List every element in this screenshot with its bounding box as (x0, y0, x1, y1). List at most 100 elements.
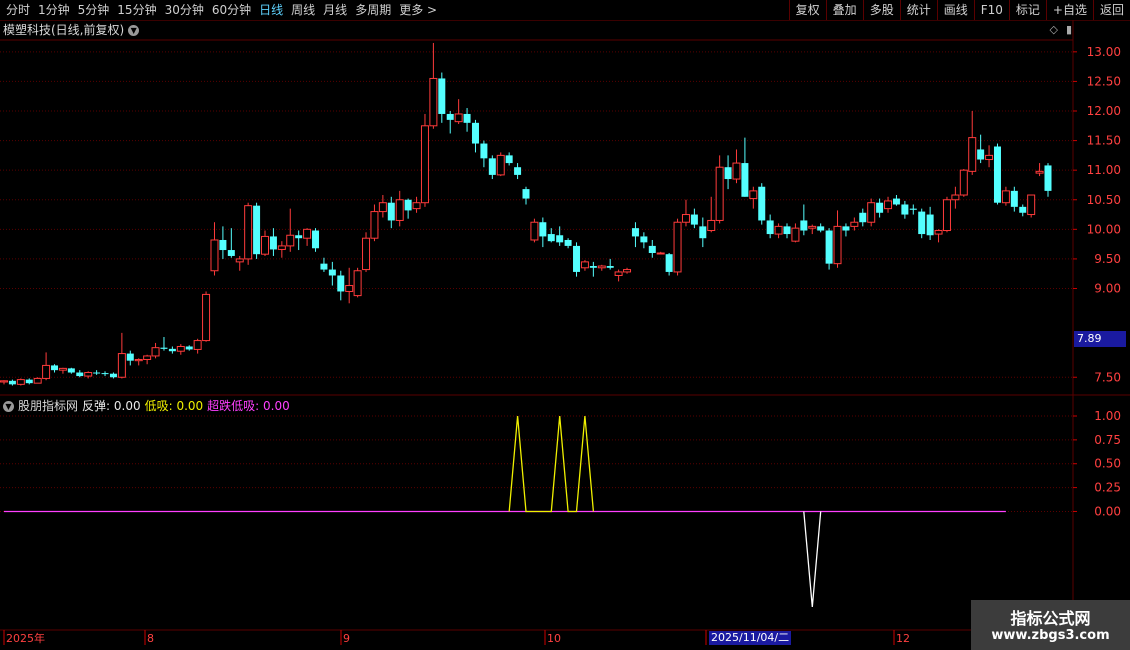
candle-body (774, 225, 783, 235)
candle-body (573, 245, 581, 272)
candle-body (842, 226, 850, 231)
price-tick-label: 12.00 (1087, 104, 1121, 118)
candle-body (648, 245, 656, 253)
price-tick-label: 10.00 (1087, 222, 1121, 236)
candle-body (185, 346, 193, 350)
candle-body (253, 205, 261, 255)
price-tick-label: 11.00 (1087, 163, 1121, 177)
indicator-value-chaodie: 超跌低吸: 0.00 (207, 399, 290, 413)
indicator-tick-label: 1.00 (1094, 409, 1121, 423)
candle-body (606, 266, 614, 268)
candle-body (817, 226, 825, 231)
candle-body (496, 154, 505, 176)
candle-body (42, 364, 51, 379)
candle-body (210, 239, 219, 272)
indicator-tick-label: 0.25 (1094, 481, 1121, 495)
candle-body (337, 275, 345, 292)
candle-body (277, 245, 286, 250)
indicator-tick-label: 0.75 (1094, 433, 1121, 447)
candle-body (825, 230, 833, 264)
candle-body (109, 373, 117, 378)
candle-body (690, 214, 698, 225)
candle-body (758, 186, 766, 221)
candle-body (1044, 165, 1052, 191)
candle-body (530, 221, 539, 241)
chart-canvas[interactable]: 13.00 12.50 12.00 11.50 11.00 10.50 10.00 9.50 9… (0, 0, 1130, 650)
watermark: 指标公式网 www.zbgs3.com (971, 600, 1130, 650)
candle-body (429, 77, 438, 127)
candle-body (93, 372, 101, 374)
date-tick-label: 12 (896, 632, 910, 645)
candle-body (859, 212, 867, 223)
candle-body (918, 211, 926, 235)
price-tick-label: 13.00 (1087, 45, 1121, 59)
indicator-value-dixi: 低吸: 0.00 (144, 399, 204, 413)
candle-body (867, 202, 876, 223)
candle-body (833, 225, 842, 265)
candle-body (244, 205, 253, 260)
indicator-title[interactable]: ▼ 股朋指标网 反弹: 0.00 低吸: 0.00 超跌低吸: 0.00 (3, 398, 290, 414)
candle-body (404, 199, 412, 211)
price-tick-label: 9.00 (1094, 282, 1121, 296)
candle-body (1035, 170, 1044, 174)
indicator-tick-label: 0.00 (1094, 504, 1121, 518)
candle-body (420, 125, 429, 204)
candle-body (480, 143, 488, 159)
candle-body (1019, 206, 1027, 213)
candle-body (286, 234, 295, 247)
candle-body (227, 250, 235, 256)
candle-body (312, 230, 320, 249)
candle-body (564, 239, 572, 246)
candle-body (909, 208, 917, 210)
candle-body (412, 202, 421, 210)
candle-body (732, 162, 741, 180)
candle-body (126, 353, 134, 361)
candle-body (117, 353, 126, 378)
candle-body (699, 226, 707, 239)
candle-body (320, 263, 328, 270)
candle-body (8, 380, 16, 385)
price-tick-label: 10.50 (1087, 193, 1121, 207)
candle-body (749, 190, 758, 200)
candle-body (1001, 190, 1010, 204)
series-dixi-line (508, 415, 595, 513)
candle-body (1010, 190, 1018, 207)
candle-body (589, 266, 597, 268)
price-tick-label: 9.50 (1094, 252, 1121, 266)
candle-body (968, 137, 977, 172)
candle-body (556, 235, 564, 243)
indicator-menu-icon[interactable]: ▼ (3, 400, 14, 412)
watermark-line2: www.zbgs3.com (991, 628, 1110, 643)
candle-body (656, 252, 665, 255)
candle-body (219, 239, 227, 251)
candle-body (547, 234, 555, 242)
candle-body (438, 78, 446, 114)
candle-body (295, 235, 303, 239)
indicator-name: 股朋指标网 (18, 399, 79, 413)
candle-body (193, 340, 202, 350)
candle-body (808, 225, 817, 229)
candle-body (101, 373, 109, 375)
candle-body (901, 204, 909, 215)
candle-body (395, 199, 404, 221)
candle-body (202, 293, 211, 342)
price-tick-label: 12.50 (1087, 74, 1121, 88)
candle-body (539, 222, 547, 237)
candle-body (614, 271, 623, 276)
candle-body (151, 347, 160, 357)
candle-body (160, 347, 168, 349)
candle-body (993, 146, 1001, 203)
watermark-line1: 指标公式网 (1010, 609, 1091, 628)
candle-body (934, 230, 943, 235)
candle-body (959, 169, 968, 196)
candle-body (168, 348, 176, 352)
candle-body (631, 228, 639, 237)
crosshair-date-tag: 2025/11/04/二 (709, 631, 792, 645)
candle-body (328, 269, 336, 276)
candle-body (261, 235, 269, 255)
candle-body (514, 167, 522, 175)
candle-body (977, 149, 985, 160)
candle-body (580, 261, 589, 269)
candle-body (623, 269, 632, 273)
candle-body (673, 221, 682, 273)
